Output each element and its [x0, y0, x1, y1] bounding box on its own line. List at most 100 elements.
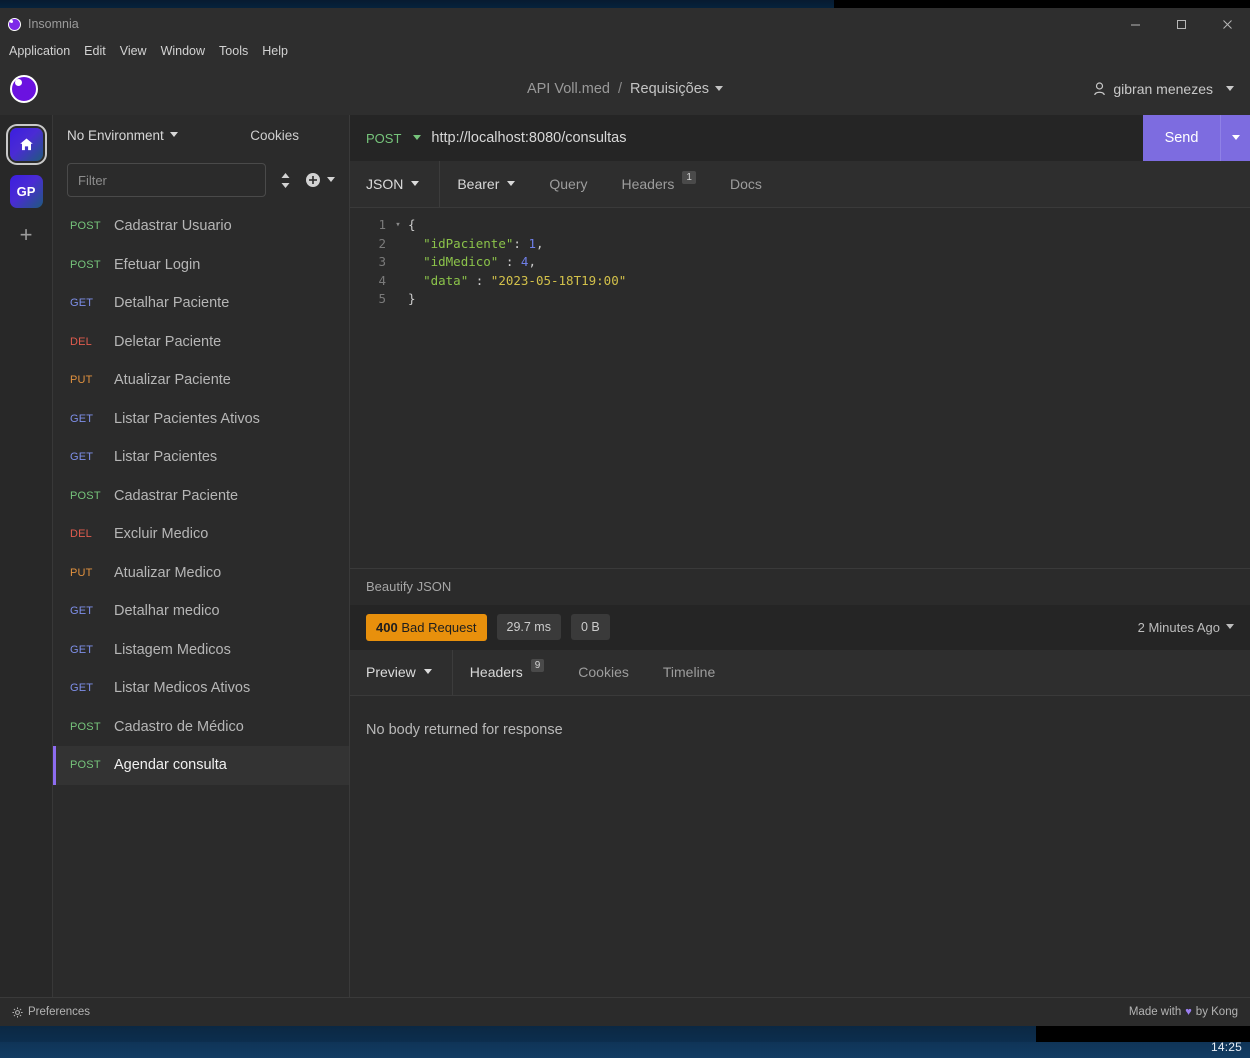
code-line-content: { [408, 217, 416, 232]
tab-query[interactable]: Query [532, 161, 604, 207]
request-name-label: Cadastro de Médico [114, 718, 244, 735]
request-list: POST Cadastrar Usuario POST Efetuar Login GE… [53, 205, 349, 997]
home-icon [19, 138, 33, 151]
window-title: Insomnia [28, 17, 79, 31]
chevron-down-icon[interactable] [715, 85, 724, 91]
sidebar-item-project-gp[interactable]: GP [9, 175, 43, 208]
request-list-item[interactable]: GET Listagem Medicos [53, 631, 349, 670]
send-button[interactable]: Send [1143, 115, 1220, 161]
http-method-label: POST [366, 130, 402, 146]
tab-label: Bearer [457, 176, 500, 192]
request-list-item[interactable]: GET Listar Medicos Ativos [53, 669, 349, 708]
request-name-label: Atualizar Medico [114, 564, 222, 581]
request-method-label: GET [70, 643, 94, 656]
menu-item-window[interactable]: Window [154, 42, 212, 60]
app-body: GP + No Environment Cookies Filter POST … [0, 115, 1250, 997]
line-number: 5 [378, 291, 386, 307]
tab-label: Headers [621, 176, 675, 192]
code-line-content: "data" : "2023-05-18T19:00" [423, 272, 627, 288]
request-list-item[interactable]: GET Detalhar Paciente [53, 284, 349, 323]
response-tab-preview[interactable]: Preview [350, 649, 453, 695]
request-list-item[interactable]: PUT Atualizar Medico [53, 554, 349, 593]
add-project-button[interactable]: + [20, 224, 33, 246]
request-list-item[interactable]: POST Cadastrar Paciente [53, 477, 349, 516]
insomnia-window: Insomnia Application Edit View Window To… [0, 8, 1250, 1026]
environment-select[interactable]: No Environment [67, 128, 178, 143]
request-name-label: Deletar Paciente [114, 333, 222, 350]
request-list-item[interactable]: POST Cadastrar Usuario [53, 207, 349, 246]
request-list-item[interactable]: DEL Deletar Paciente [53, 323, 349, 362]
line-number: 3 [378, 254, 386, 270]
response-history-select[interactable]: 2 Minutes Ago [1138, 620, 1234, 635]
request-list-item[interactable]: GET Detalhar medico [53, 592, 349, 631]
request-list-item[interactable]: GET Listar Pacientes [53, 438, 349, 477]
line-number: 4 [378, 272, 386, 288]
desktop-taskbar-strip [0, 1042, 1250, 1058]
line-number: 2 [378, 235, 386, 251]
sidebar-item-home[interactable] [9, 128, 43, 161]
tab-bearer[interactable]: Bearer [440, 161, 532, 207]
line-number: 1 [378, 217, 386, 232]
request-name-label: Atualizar Paciente [114, 372, 231, 389]
request-method-label: GET [70, 451, 94, 464]
menu-item-application[interactable]: Application [2, 42, 77, 60]
breadcrumb-collection[interactable]: Requisições [630, 81, 709, 97]
request-list-item[interactable]: PUT Atualizar Paciente [53, 361, 349, 400]
response-tab-cookies[interactable]: Cookies [561, 650, 646, 695]
code-line: 5} [350, 290, 1250, 309]
chevron-down-icon [413, 135, 422, 140]
beautify-bar: Beautify JSON [350, 567, 1250, 605]
status-badge: 400 Bad Request [366, 613, 487, 641]
fold-arrow-icon[interactable]: ▾ [392, 216, 404, 235]
response-tab-timeline[interactable]: Timeline [646, 650, 732, 695]
minimize-button[interactable] [1112, 8, 1158, 40]
menu-item-tools[interactable]: Tools [212, 42, 255, 60]
menu-item-edit[interactable]: Edit [77, 42, 113, 60]
insomnia-brand-icon [10, 74, 38, 103]
tab-docs[interactable]: Docs [713, 161, 779, 207]
request-name-label: Agendar consulta [114, 757, 227, 774]
beautify-json-button[interactable]: Beautify JSON [366, 579, 451, 594]
request-list-item[interactable]: GET Listar Pacientes Ativos [53, 400, 349, 439]
request-list-item[interactable]: DEL Excluir Medico [53, 515, 349, 554]
menu-item-help[interactable]: Help [255, 42, 295, 60]
chevron-down-icon [169, 132, 178, 137]
tab-label: JSON [366, 176, 404, 192]
tab-count-badge: 9 [530, 658, 545, 672]
main-pane: POST Send JSON Bearer Query Headers 1 Docs 1 ▾… [350, 115, 1250, 997]
made-with-suffix: by Kong [1195, 1006, 1238, 1018]
request-list-item[interactable]: POST Agendar consulta [53, 746, 349, 785]
json-code-editor[interactable]: 1 ▾{2 "idPaciente": 1, 3 "idMedico" : 4, 4 … [350, 216, 1250, 309]
response-tab-headers[interactable]: Headers 9 [453, 650, 561, 695]
http-method-select[interactable]: POST [350, 115, 431, 161]
request-name-label: Excluir Medico [114, 526, 209, 543]
breadcrumb-separator: / [617, 80, 623, 97]
filter-input[interactable] [67, 163, 266, 197]
plus-circle-icon [306, 173, 320, 187]
preferences-button[interactable]: Preferences [12, 1006, 90, 1018]
add-request-button[interactable] [305, 172, 335, 188]
send-options-button[interactable] [1220, 115, 1250, 161]
maximize-button[interactable] [1158, 8, 1204, 40]
request-list-item[interactable]: POST Efetuar Login [53, 246, 349, 285]
sidebar: No Environment Cookies Filter POST Cadas… [53, 115, 350, 997]
menu-item-view[interactable]: View [113, 42, 154, 60]
request-name-label: Cadastrar Paciente [114, 487, 239, 504]
request-method-label: GET [70, 605, 94, 618]
breadcrumb-workspace[interactable]: API Voll.med [527, 81, 610, 97]
request-name-label: Listagem Medicos [114, 641, 231, 658]
account-name: gibran menezes [1113, 80, 1213, 97]
request-body-editor[interactable]: 1 ▾{2 "idPaciente": 1, 3 "idMedico" : 4, 4 … [350, 208, 1250, 568]
request-list-item[interactable]: POST Cadastro de Médico [53, 708, 349, 747]
account-menu[interactable]: gibran menezes [1093, 81, 1234, 97]
request-method-label: POST [70, 489, 101, 502]
desktop-wallpaper-top [0, 0, 834, 8]
sort-icon [281, 172, 290, 188]
tab-headers[interactable]: Headers 1 [605, 161, 713, 207]
cookies-button[interactable]: Cookies [250, 128, 335, 143]
close-button[interactable] [1204, 8, 1250, 40]
sort-requests-button[interactable] [280, 172, 291, 189]
tab-json[interactable]: JSON [350, 161, 441, 207]
tab-label: Query [549, 176, 588, 192]
url-input[interactable] [431, 115, 1143, 161]
